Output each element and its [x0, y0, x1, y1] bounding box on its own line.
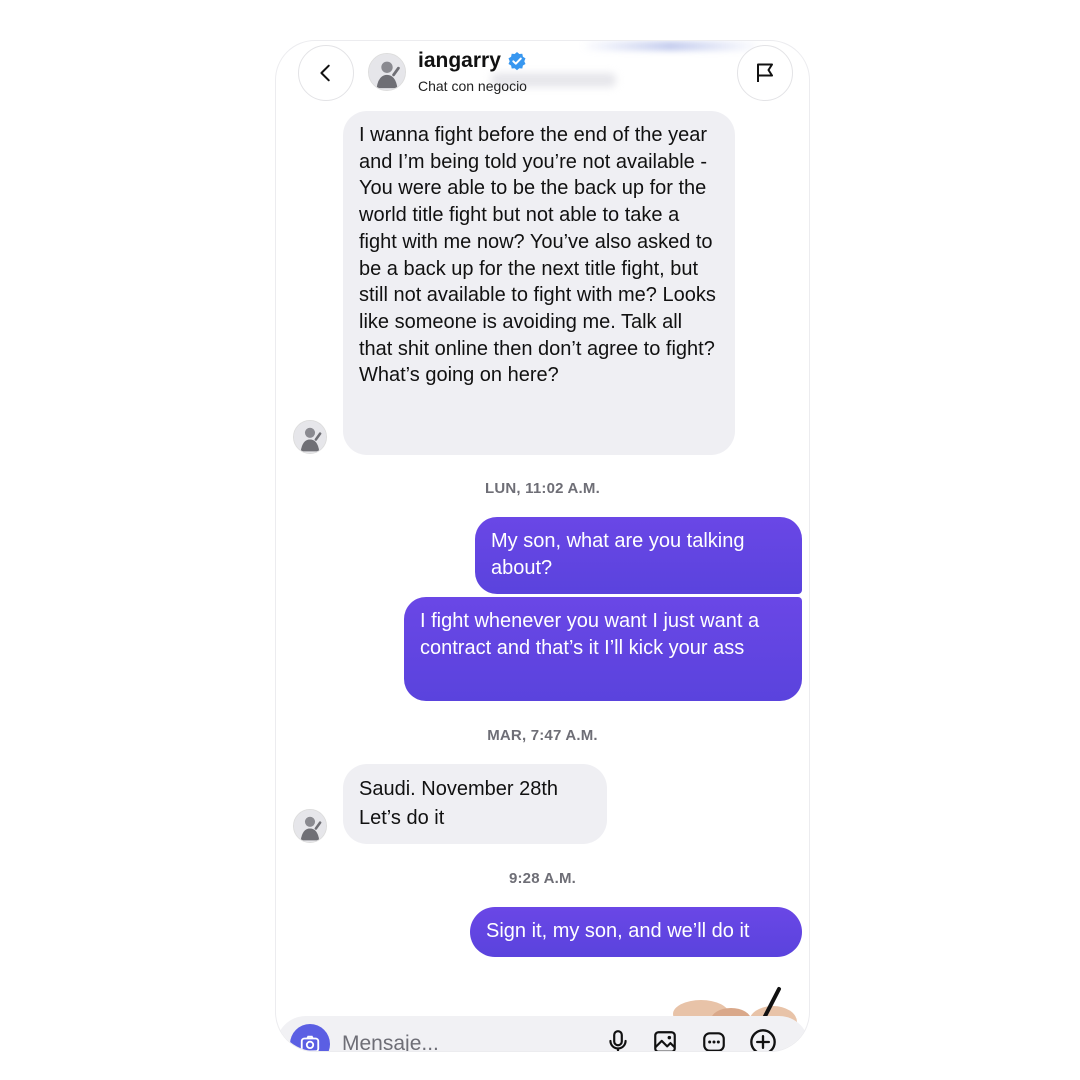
message-bubble-incoming[interactable]: I wanna fight before the end of the year… — [343, 111, 735, 455]
back-button[interactable] — [298, 45, 354, 101]
camera-button[interactable] — [290, 1024, 330, 1051]
user-avatar-icon — [294, 810, 326, 842]
sticker-button[interactable] — [698, 1026, 730, 1051]
phone-frame: iangarry Chat con negocio I wanna fight … — [275, 40, 810, 1052]
avatar[interactable] — [293, 420, 327, 454]
voice-button[interactable] — [602, 1026, 634, 1051]
gallery-icon — [654, 1031, 676, 1051]
message-bubble-outgoing[interactable]: I fight whenever you want I just want a … — [404, 597, 802, 701]
contact-subtitle: Chat con negocio — [418, 78, 527, 94]
avatar[interactable] — [293, 809, 327, 843]
contact-name[interactable]: iangarry — [418, 49, 527, 73]
report-button[interactable] — [737, 45, 793, 101]
user-avatar-icon — [294, 421, 326, 453]
message-composer — [276, 1016, 809, 1051]
message-bubble-outgoing[interactable]: My son, what are you talking about? — [475, 517, 802, 594]
timestamp: LUN, 11:02 A.M. — [485, 480, 600, 497]
message-bubble-incoming[interactable]: Saudi. November 28th Let’s do it — [343, 764, 607, 844]
camera-icon — [300, 1035, 320, 1051]
back-icon — [320, 64, 330, 82]
flag-icon — [757, 63, 773, 82]
gallery-button[interactable] — [649, 1026, 681, 1051]
user-avatar-icon — [369, 54, 405, 90]
sticker-icon — [703, 1032, 725, 1051]
message-input[interactable] — [342, 1026, 542, 1051]
contact-username: iangarry — [418, 49, 501, 72]
microphone-icon — [609, 1030, 627, 1051]
timestamp: MAR, 7:47 A.M. — [487, 727, 598, 744]
message-bubble-outgoing[interactable]: Sign it, my son, and we’ll do it — [470, 907, 802, 957]
plus-icon — [750, 1029, 776, 1051]
chat-header: iangarry Chat con negocio — [276, 41, 809, 111]
verified-icon — [508, 52, 526, 71]
avatar[interactable] — [368, 53, 406, 91]
more-button[interactable] — [747, 1026, 779, 1051]
timestamp: 9:28 A.M. — [508, 870, 577, 887]
